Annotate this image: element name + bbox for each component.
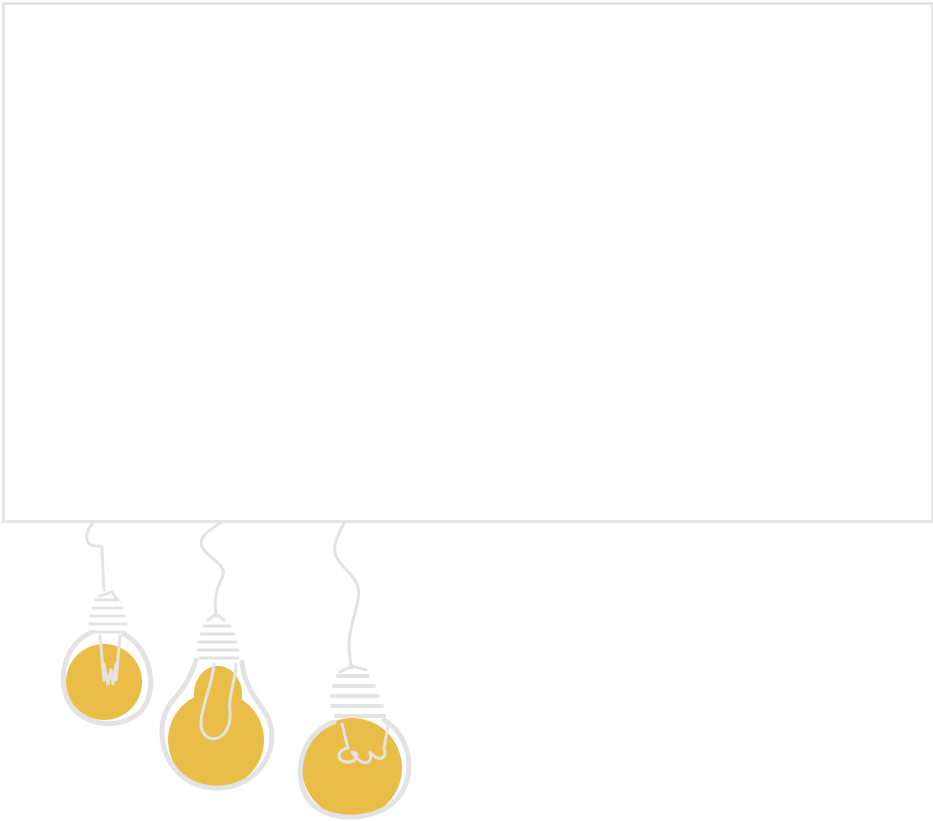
light-bulb-right-icon [297, 521, 412, 820]
light-bulb-middle-icon [159, 521, 275, 791]
empty-frame-box [2, 2, 933, 523]
light-bulb-left-icon [60, 521, 154, 726]
